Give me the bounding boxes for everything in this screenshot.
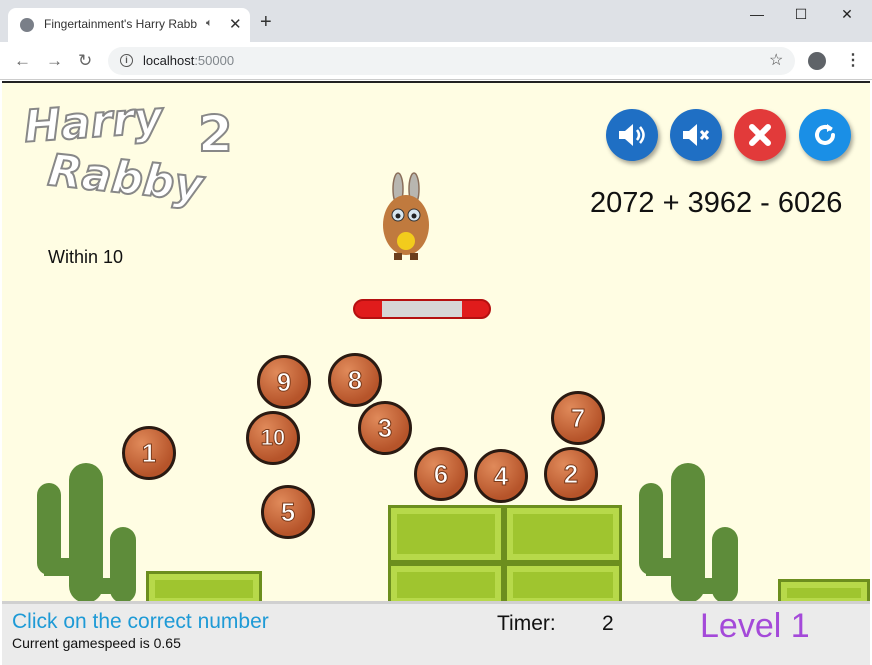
logo-rabby: Rabby xyxy=(45,144,207,213)
ground-block xyxy=(504,505,622,563)
browser-tab[interactable]: Fingertainment's Harry Rabb 🔈︎ ✕ xyxy=(8,8,250,42)
number-ball[interactable]: 4 xyxy=(474,449,528,503)
bookmark-star-icon[interactable]: ☆ xyxy=(769,50,783,70)
number-ball[interactable]: 8 xyxy=(328,353,382,407)
minimize-button[interactable]: — xyxy=(742,6,772,26)
close-window-button[interactable]: ✕ xyxy=(832,6,862,26)
instruction-text: Click on the correct number xyxy=(12,610,269,633)
cactus-left xyxy=(37,463,136,603)
status-bar: Click on the correct number Current game… xyxy=(2,601,870,665)
reload-button[interactable]: ↻ xyxy=(78,51,92,71)
browser-tabstrip: Fingertainment's Harry Rabb 🔈︎ ✕ + — ☐ ✕ xyxy=(0,0,872,42)
new-tab-button[interactable]: + xyxy=(260,12,272,32)
tab-title: Fingertainment's Harry Rabb xyxy=(44,17,198,31)
number-ball[interactable]: 6 xyxy=(414,447,468,501)
rabbit-character xyxy=(383,172,429,260)
equation-text: 2072 + 3962 - 6026 xyxy=(590,187,843,219)
game-area[interactable]: Harry 2 Rabby 2072 + 3962 - 6026 Within … xyxy=(2,81,870,665)
timer-value: 2 xyxy=(602,612,614,635)
favicon-icon xyxy=(20,18,34,32)
tab-close-icon[interactable]: ✕ xyxy=(229,15,242,33)
browser-toolbar: ← → ↻ i localhost:50000 ☆ xyxy=(0,42,872,80)
cactus-right xyxy=(639,463,738,603)
level-text: Level 1 xyxy=(700,607,810,645)
menu-icon[interactable]: ⋮ xyxy=(845,50,861,70)
speaker-icon xyxy=(619,124,645,146)
number-ball[interactable]: 2 xyxy=(544,447,598,501)
restart-icon xyxy=(815,124,835,145)
logo-harry: Harry xyxy=(21,91,165,154)
speaker-mute-icon xyxy=(683,124,710,146)
mute-button[interactable] xyxy=(670,109,722,161)
tab-audio-icon[interactable]: 🔈︎ xyxy=(206,17,213,30)
number-ball[interactable]: 10 xyxy=(246,411,300,465)
ground-block xyxy=(388,505,504,563)
address-bar[interactable]: i localhost:50000 ☆ xyxy=(108,47,795,75)
quit-button[interactable] xyxy=(734,109,786,161)
sound-on-button[interactable] xyxy=(606,109,658,161)
number-ball[interactable]: 3 xyxy=(358,401,412,455)
account-icon[interactable] xyxy=(808,52,826,70)
logo-number: 2 xyxy=(197,104,234,164)
forward-button[interactable]: → xyxy=(46,51,63,71)
restart-button[interactable] xyxy=(799,109,851,161)
number-ball[interactable]: 9 xyxy=(257,355,311,409)
number-ball[interactable]: 7 xyxy=(551,391,605,445)
paddle xyxy=(353,299,491,319)
timer-label: Timer: xyxy=(497,612,556,635)
close-icon xyxy=(749,124,771,146)
gamespeed-text: Current gamespeed is 0.65 xyxy=(12,635,181,651)
range-label: Within 10 xyxy=(48,247,124,267)
back-button[interactable]: ← xyxy=(14,51,31,71)
info-icon[interactable]: i xyxy=(120,54,133,67)
maximize-button[interactable]: ☐ xyxy=(786,6,816,26)
number-ball[interactable]: 5 xyxy=(261,485,315,539)
url-text: localhost:50000 xyxy=(143,53,235,68)
